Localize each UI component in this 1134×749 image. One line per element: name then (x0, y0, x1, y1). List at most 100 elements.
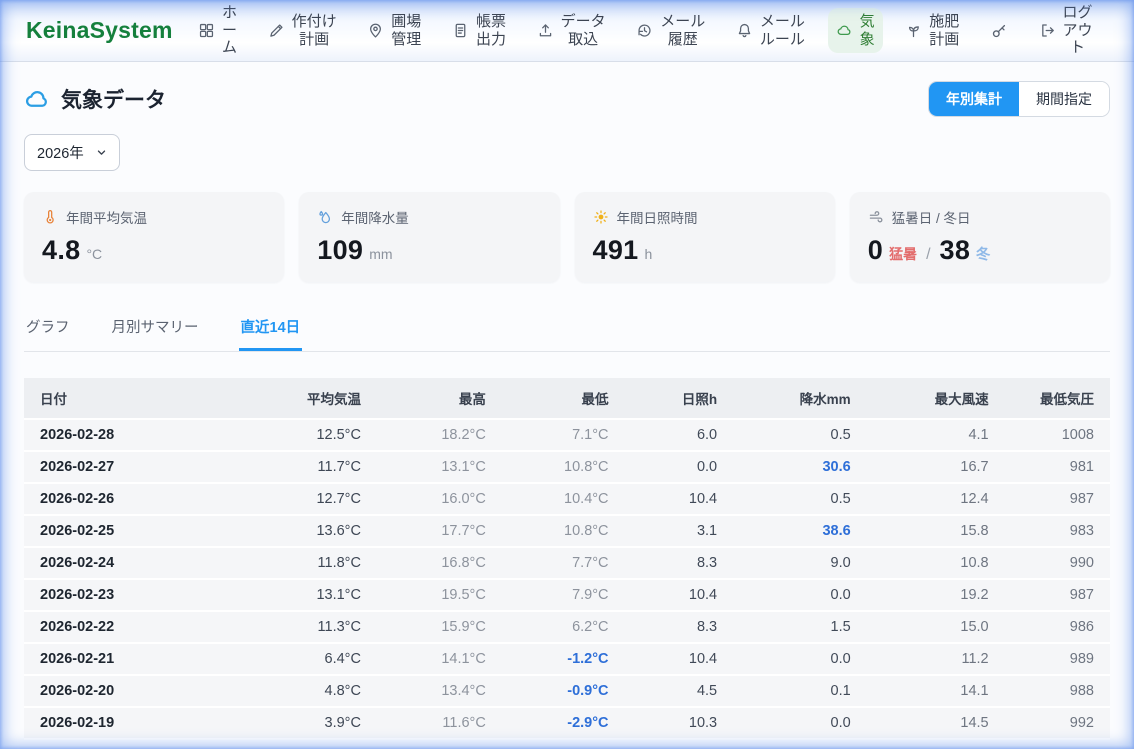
table-row: 2026-02-21 6.4°C 14.1°C -1.2°C 10.4 0.0 … (24, 643, 1110, 675)
stat-cards: 年間平均気温 4.8 °C 年間降水量 109 mm (24, 192, 1110, 282)
table-row: 2026-02-19 3.9°C 11.6°C -2.9°C 10.3 0.0 … (24, 707, 1110, 739)
cell-pressure: 983 (1005, 515, 1110, 547)
cell-min-temp: -2.9°C (502, 707, 625, 739)
table-row: 2026-02-25 13.6°C 17.7°C 10.8°C 3.1 38.6… (24, 515, 1110, 547)
nav-menu: ホ ー ム 作付け 計画 圃場 管理 帳票 出力 データ 取込 (183, 0, 1108, 62)
stat-label: 年間降水量 (341, 207, 409, 227)
value-separator: / (926, 246, 930, 264)
main-content: 気象データ 年別集計 期間指定 2026年 年間平均気温 4.8 °C (0, 81, 1134, 740)
nav-item-label: メール 履歴 (660, 13, 705, 48)
cell-max-temp: 16.0°C (377, 483, 502, 515)
cell-rain: 30.6 (733, 451, 867, 483)
year-select-value: 2026年 (37, 142, 84, 163)
nav-item-api-key[interactable] (982, 17, 1016, 45)
cell-date: 2026-02-28 (24, 419, 247, 451)
cell-min-temp: 10.4°C (502, 483, 625, 515)
cell-min-temp: 7.1°C (502, 419, 625, 451)
nav-item-weather[interactable]: 気 象 (828, 8, 883, 53)
cell-sunshine: 0.0 (625, 451, 734, 483)
cloud-icon (24, 86, 51, 113)
cell-rain: 0.0 (733, 579, 867, 611)
cell-pressure: 1008 (1005, 419, 1110, 451)
table-row: 2026-02-26 12.7°C 16.0°C 10.4°C 10.4 0.5… (24, 483, 1110, 515)
nav-item-report-output[interactable]: 帳票 出力 (444, 8, 514, 53)
table-row: 2026-02-27 11.7°C 13.1°C 10.8°C 0.0 30.6… (24, 451, 1110, 483)
cell-avg-temp: 12.7°C (247, 483, 377, 515)
period-select-button[interactable]: 期間指定 (1019, 82, 1109, 116)
cell-min-temp: 6.2°C (502, 611, 625, 643)
cell-rain: 38.6 (733, 515, 867, 547)
cell-sunshine: 6.0 (625, 419, 734, 451)
weather-table: 日付 平均気温 最高 最低 日照h 降水mm 最大風速 最低気圧 2026-02… (24, 378, 1110, 740)
year-select[interactable]: 2026年 (24, 134, 120, 171)
cell-rain: 0.5 (733, 483, 867, 515)
hot-days-value: 0 (868, 235, 883, 266)
stat-unit: h (644, 246, 652, 262)
cell-rain: 0.0 (733, 643, 867, 675)
yearly-summary-button[interactable]: 年別集計 (929, 82, 1019, 116)
cell-sunshine: 8.3 (625, 611, 734, 643)
table-header-row: 日付 平均気温 最高 最低 日照h 降水mm 最大風速 最低気圧 (24, 378, 1110, 419)
column-header-max-wind: 最大風速 (867, 378, 1005, 419)
cell-pressure: 988 (1005, 675, 1110, 707)
brand-logo: KeinaSystem (26, 17, 173, 44)
cell-min-temp: 10.8°C (502, 515, 625, 547)
cell-wind: 12.4 (867, 483, 1005, 515)
stat-label: 年間平均気温 (66, 207, 147, 227)
cell-date: 2026-02-21 (24, 643, 247, 675)
nav-item-home[interactable]: ホ ー ム (190, 0, 245, 62)
cell-min-temp: 7.9°C (502, 579, 625, 611)
cell-pressure: 992 (1005, 707, 1110, 739)
cell-max-temp: 11.6°C (377, 707, 502, 739)
cell-max-temp: 14.1°C (377, 643, 502, 675)
upload-icon (537, 22, 554, 39)
weather-table-body: 2026-02-28 12.5°C 18.2°C 7.1°C 6.0 0.5 4… (24, 419, 1110, 739)
logout-icon (1039, 22, 1056, 39)
table-row: 2026-02-20 4.8°C 13.4°C -0.9°C 4.5 0.1 1… (24, 675, 1110, 707)
nav-item-data-import[interactable]: データ 取込 (529, 8, 614, 53)
cell-pressure: 990 (1005, 547, 1110, 579)
column-header-avg-temp: 平均気温 (247, 378, 377, 419)
stat-value: 4.8 (42, 235, 80, 266)
cell-wind: 4.1 (867, 419, 1005, 451)
stat-label: 猛暑日 / 冬日 (892, 207, 971, 227)
nav-item-label: 気 象 (860, 13, 875, 48)
cell-pressure: 981 (1005, 451, 1110, 483)
cell-date: 2026-02-22 (24, 611, 247, 643)
grid-icon (198, 22, 215, 39)
cell-max-temp: 15.9°C (377, 611, 502, 643)
cell-avg-temp: 11.7°C (247, 451, 377, 483)
top-nav: KeinaSystem ホ ー ム 作付け 計画 圃場 管理 帳票 出力 (0, 0, 1134, 62)
cell-sunshine: 10.3 (625, 707, 734, 739)
cell-max-temp: 17.7°C (377, 515, 502, 547)
cell-sunshine: 10.4 (625, 579, 734, 611)
cell-date: 2026-02-19 (24, 707, 247, 739)
cell-rain: 1.5 (733, 611, 867, 643)
nav-item-label: 施肥 計画 (929, 13, 959, 48)
tab-recent-14-days[interactable]: 直近14日 (239, 307, 303, 351)
cell-pressure: 986 (1005, 611, 1110, 643)
stat-card-avg-temp: 年間平均気温 4.8 °C (24, 192, 284, 282)
cell-avg-temp: 12.5°C (247, 419, 377, 451)
cell-wind: 15.0 (867, 611, 1005, 643)
cell-avg-temp: 13.1°C (247, 579, 377, 611)
stat-card-extreme-days: 猛暑日 / 冬日 0 猛暑 / 38 冬 (850, 192, 1110, 282)
nav-item-mail-rules[interactable]: メール ルール (728, 8, 813, 53)
nav-item-fertilizer-plan[interactable]: 施肥 計画 (897, 8, 967, 53)
nav-item-label: データ 取込 (561, 13, 606, 48)
nav-item-logout[interactable]: ログ アウ ト (1031, 0, 1101, 62)
tab-monthly-summary[interactable]: 月別サマリー (110, 307, 201, 351)
map-pin-icon (367, 22, 384, 39)
tab-graph[interactable]: グラフ (24, 307, 72, 351)
cell-min-temp: -1.2°C (502, 643, 625, 675)
cell-wind: 19.2 (867, 579, 1005, 611)
nav-item-mail-history[interactable]: メール 履歴 (628, 8, 713, 53)
cell-max-temp: 18.2°C (377, 419, 502, 451)
table-row: 2026-02-24 11.8°C 16.8°C 7.7°C 8.3 9.0 1… (24, 547, 1110, 579)
nav-item-planting-plan[interactable]: 作付け 計画 (260, 8, 345, 53)
nav-item-label: 帳票 出力 (476, 13, 506, 48)
nav-item-label: 圃場 管理 (391, 13, 421, 48)
cell-rain: 0.1 (733, 675, 867, 707)
nav-item-field-management[interactable]: 圃場 管理 (359, 8, 429, 53)
cell-min-temp: 7.7°C (502, 547, 625, 579)
